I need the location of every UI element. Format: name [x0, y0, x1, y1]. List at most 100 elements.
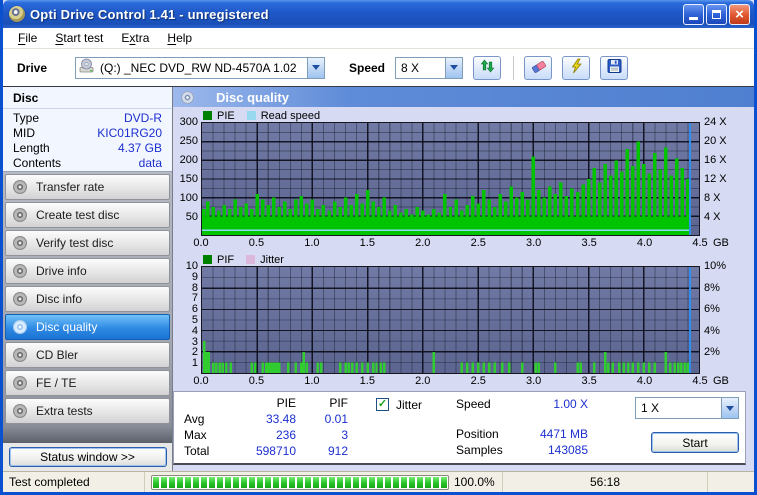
menu-help[interactable]: Help — [158, 29, 201, 47]
scan-info-label: Samples — [456, 443, 503, 457]
sidebar-item-transfer-rate[interactable]: Transfer rate — [5, 174, 170, 200]
legend-label: Jitter — [260, 253, 284, 266]
sidebar-item-verify-test-disc[interactable]: Verify test disc — [5, 230, 170, 256]
refresh-drives-button[interactable] — [473, 55, 502, 80]
disc-icon — [13, 264, 27, 278]
status-window-button[interactable]: Status window >> — [8, 446, 167, 467]
close-icon: × — [735, 5, 744, 23]
sidebar-footer: Status window >> — [3, 442, 172, 471]
menu-extra[interactable]: Extra — [112, 29, 158, 47]
disc-info-label: Contents — [13, 156, 62, 170]
disc-quality-icon — [181, 90, 194, 104]
save-results-button[interactable] — [600, 55, 629, 80]
results-panel: PIE PIF Avg 33.48 0.01 Max 236 3 Total 598710 912 … — [173, 391, 746, 465]
y-axis-label: 24 X — [704, 116, 727, 128]
jitter-checkbox[interactable]: ✓ — [376, 398, 389, 411]
disc-info-row: Length 4.37 GB — [3, 141, 172, 156]
scan-info-value: 4471 MB — [539, 427, 589, 441]
menu-start-test[interactable]: Start test — [46, 29, 112, 47]
speed-label: Speed — [349, 60, 386, 75]
x-axis-label: 4.5 — [692, 375, 708, 387]
stat-pif-value: 3 — [341, 428, 348, 442]
erase-disc-button[interactable] — [524, 55, 553, 80]
sidebar-item-label: CD Bler — [36, 348, 79, 362]
progress-segment — [201, 476, 207, 488]
x-axis-label: 2.5 — [470, 237, 486, 249]
progress-segment — [329, 476, 335, 488]
scan-speed-select[interactable]: 1 X — [635, 397, 739, 419]
y-axis-label: 1 — [191, 357, 198, 370]
speed-select-arrow-icon[interactable] — [445, 57, 463, 78]
progress-segment — [401, 476, 407, 488]
pif-y-axis-left: 10 9 8 7 6 5 4 3 2 1 — [173, 260, 201, 374]
disc-info-label: Type — [13, 111, 40, 125]
sidebar-item-create-test-disc[interactable]: Create test disc — [5, 202, 170, 228]
x-axis-label: 1.5 — [359, 375, 375, 387]
sidebar-item-cd-bler[interactable]: CD Bler — [5, 342, 170, 368]
x-axis-label: 3.5 — [581, 375, 597, 387]
sidebar-item-disc-info[interactable]: Disc info — [5, 286, 170, 312]
y-axis-label: 100 — [179, 191, 198, 204]
scan-info-value: 1.00 X — [553, 397, 589, 411]
speed-select[interactable]: 8 X — [395, 56, 464, 79]
stat-row-label: Total — [184, 444, 210, 458]
stat-row-label: Max — [184, 428, 207, 442]
menu-file[interactable]: File — [9, 29, 46, 47]
pie-y-axis-left: 300 250 200 150 100 50 — [173, 116, 201, 236]
stat-pie-value: 33.48 — [265, 412, 296, 426]
x-axis-label: 2.0 — [415, 375, 431, 387]
disc-info-value: DVD-R — [124, 111, 162, 125]
stat-col-header: PIF — [329, 396, 348, 410]
maximize-icon — [712, 9, 721, 19]
eraser-icon — [530, 58, 547, 77]
pie-pif-table: PIE PIF Avg 33.48 0.01 Max 236 3 Total 598710 912 — [184, 396, 348, 463]
drive-label: Drive — [17, 60, 48, 75]
quick-scan-button[interactable] — [562, 55, 591, 80]
jitter-legend-swatch — [246, 255, 256, 264]
scan-speed-arrow-icon[interactable] — [721, 398, 738, 418]
x-axis-label: 3.5 — [581, 237, 597, 249]
scan-speed-value: 1 X — [641, 401, 660, 415]
progress-section: 100.0% — [145, 472, 503, 492]
x-axis-label: 3.0 — [526, 237, 542, 249]
x-axis-label: 1.0 — [304, 237, 320, 249]
minimize-button[interactable] — [683, 3, 704, 25]
speed-select-value: 8 X — [401, 60, 420, 75]
scan-info-value: 143085 — [547, 443, 589, 457]
disc-info-row: MID KIC01RG20 — [3, 126, 172, 141]
stat-pie-value: 598710 — [255, 444, 296, 458]
sidebar-item-fe-te[interactable]: FE / TE — [5, 370, 170, 396]
y-axis-label: 8% — [704, 281, 720, 294]
menu-bar: File Start test Extra Help — [3, 28, 754, 49]
sidebar-item-label: Create test disc — [36, 208, 120, 222]
refresh-arrows-icon — [479, 58, 496, 77]
stat-pif-value: 912 — [327, 444, 348, 458]
y-axis-label: 50 — [185, 211, 198, 223]
close-button[interactable]: × — [729, 3, 750, 25]
sidebar-item-extra-tests[interactable]: Extra tests — [5, 398, 170, 424]
status-bar-spacer — [708, 472, 754, 492]
maximize-button[interactable] — [706, 3, 727, 25]
page-title-bar: Disc quality — [173, 87, 754, 107]
start-button[interactable]: Start — [651, 432, 739, 453]
pif-jitter-chart: PIF Jitter 10 9 8 7 6 5 4 3 2 1 10% 8% 6% 4% 2% 0.0 0.5… — [173, 253, 746, 389]
pie-chart-plot — [201, 122, 700, 236]
jitter-label: Jitter — [396, 398, 423, 412]
disc-info-panel: Disc Type DVD-R MID KIC01RG20 Length 4.37 GB C… — [3, 87, 172, 172]
sidebar-item-disc-quality[interactable]: Disc quality — [5, 314, 170, 340]
progress-segment — [305, 476, 311, 488]
drive-select[interactable]: (Q:) _NEC DVD_RW ND-4570A 1.02 — [75, 56, 325, 79]
sidebar-item-label: Extra tests — [36, 404, 93, 418]
scan-info-row: Samples 143085 — [456, 442, 588, 458]
y-axis-label: 4 X — [704, 211, 721, 223]
sidebar-item-drive-info[interactable]: Drive info — [5, 258, 170, 284]
sidebar: Disc Type DVD-R MID KIC01RG20 Length 4.37 GB C… — [3, 87, 173, 471]
stat-pie-value: 236 — [275, 428, 296, 442]
drive-select-arrow-icon[interactable] — [307, 57, 324, 78]
progress-segment — [377, 476, 383, 488]
progress-segment — [321, 476, 327, 488]
y-axis-label: 20 X — [704, 134, 727, 147]
toolbar-separator — [513, 55, 515, 80]
stat-pif-value: 0.01 — [324, 412, 348, 426]
progress-segment — [433, 476, 439, 488]
